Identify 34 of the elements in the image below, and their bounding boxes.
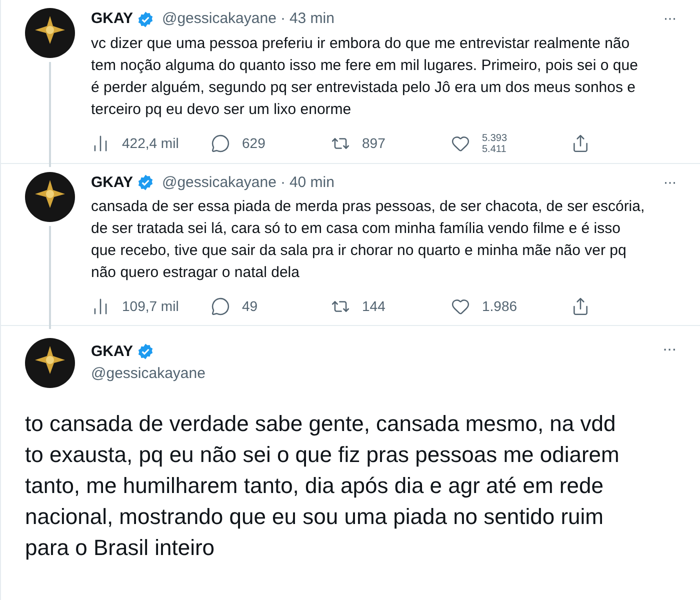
user-handle: @gessicakayane	[162, 9, 276, 29]
display-name: GKAY	[91, 342, 133, 362]
reply-count: 629	[242, 134, 266, 153]
display-name: GKAY	[91, 9, 133, 29]
like-icon[interactable]	[451, 134, 470, 153]
view-count: 422,4 mil	[122, 134, 179, 153]
more-options[interactable]: ···	[662, 338, 676, 362]
share-icon[interactable]	[571, 297, 590, 316]
tweet-time: 43 min	[289, 9, 334, 29]
tweet-text: vc dizer que uma pessoa preferiu ir embora do que me entrevistar realmente não tem noção alguma do quanto isso me fere em mil lugares. Primeiro, pois sei o que é perder alguém, segundo pq ser entrevistada pelo Jô era um dos meus sonhos e terceiro pq eu devo ser um lixo enorme	[91, 34, 639, 120]
like-icon[interactable]	[451, 297, 470, 316]
more-options[interactable]: ···	[663, 172, 676, 194]
reply-icon[interactable]	[211, 134, 230, 153]
user-handle: @gessicakayane	[162, 172, 276, 192]
retweet-count: 897	[362, 134, 386, 153]
user-handle: @gessicakayane	[91, 364, 206, 384]
share-icon[interactable]	[571, 134, 590, 153]
more-options[interactable]: ···	[663, 8, 676, 30]
like-count: 5.393	[482, 132, 508, 144]
avatar[interactable]	[25, 338, 75, 388]
tweet-time: 40 min	[289, 172, 334, 192]
tweet-text: to cansada de verdade sabe gente, cansada mesmo, na vdd to exausta, pq eu não sei o que fiz pras pessoas me odiarem tanto, me humilharem tanto, dia após dia e agr até em rede nacional, mostrando que eu sou uma piada no sentido ruim para o Brasil inteiro	[25, 410, 620, 562]
view-count: 109,7 mil	[122, 297, 179, 316]
tweet-text: cansada de ser essa piada de merda pras pessoas, de ser chacota, de ser escória, de ser tratada sei lá, cara só to em casa com minha família vendo filme e é isso que recebo, tive que sair da sala pra ir chorar no quarto e minha mãe não ver pq não quero estragar o natal dela	[91, 197, 646, 283]
like-count: 5.411	[482, 144, 508, 154]
avatar[interactable]	[25, 172, 75, 222]
separator-dot: ·	[280, 172, 286, 192]
reply-count: 49	[242, 297, 258, 316]
retweet-count: 144	[362, 297, 386, 316]
like-count: 1.986	[482, 297, 518, 316]
separator-dot: ·	[280, 9, 286, 29]
reply-icon[interactable]	[211, 297, 230, 316]
display-name: GKAY	[91, 172, 133, 192]
avatar[interactable]	[25, 8, 75, 58]
